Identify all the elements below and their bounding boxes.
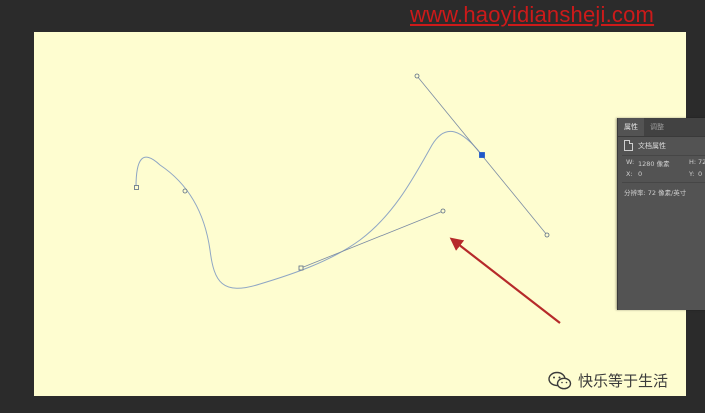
height-label: H: (689, 158, 697, 166)
y-label: Y: (689, 170, 695, 178)
document-properties-row: 文档属性 (624, 140, 666, 151)
wechat-icon (548, 371, 572, 389)
handle-point[interactable] (544, 232, 550, 238)
panel-tab-bar: 属性 调整 (618, 118, 705, 137)
x-label: X: (626, 170, 633, 178)
width-value[interactable]: 1280 像素 (638, 158, 670, 168)
path-overlay[interactable] (0, 0, 705, 413)
anchor-point-start[interactable] (134, 185, 139, 190)
annotation-arrow (449, 237, 561, 324)
handle-point[interactable] (440, 208, 446, 214)
wechat-signature: 快乐等于生活 (548, 370, 668, 391)
handle-point[interactable] (414, 73, 420, 79)
handle-line-middle[interactable] (300, 210, 444, 269)
height-value[interactable]: 72 (698, 158, 705, 166)
tab-adjustments[interactable]: 调整 (644, 118, 670, 136)
tab-properties[interactable]: 属性 (618, 118, 644, 136)
width-label: W: (626, 158, 635, 166)
anchor-point-selected[interactable] (479, 152, 485, 158)
divider (622, 155, 705, 156)
document-icon (624, 140, 633, 151)
handle-point[interactable] (182, 188, 188, 194)
document-properties-label: 文档属性 (638, 141, 666, 150)
y-value[interactable]: 0 (698, 170, 702, 178)
x-value[interactable]: 0 (638, 170, 642, 178)
signature-text: 快乐等于生活 (578, 372, 669, 390)
resolution-text: 分辨率: 72 像素/英寸 (624, 189, 687, 197)
divider (622, 182, 705, 183)
properties-panel[interactable]: 属性 调整 文档属性 W: 1280 像素 H: 72 X: 0 Y: 0 分辨… (617, 118, 705, 310)
anchor-point-middle[interactable] (298, 265, 304, 271)
